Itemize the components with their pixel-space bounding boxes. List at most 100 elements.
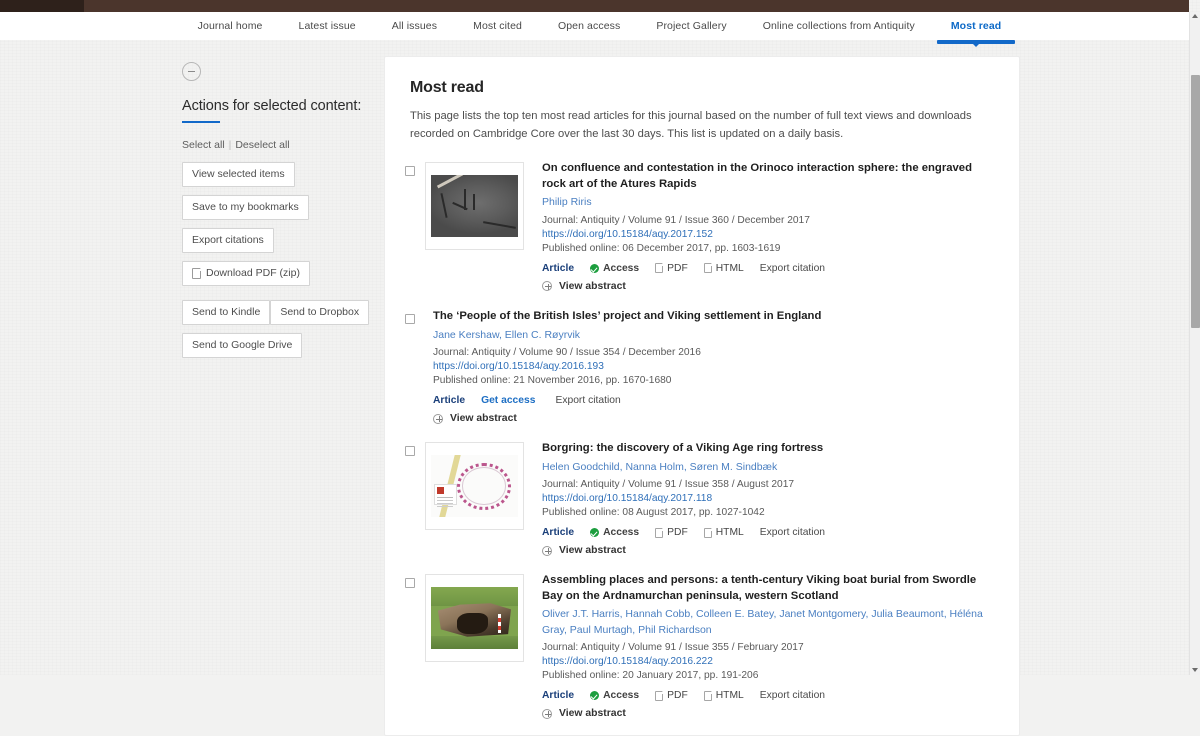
open-access-check-icon xyxy=(590,528,600,538)
nav-item-open-access[interactable]: Open access xyxy=(540,12,638,40)
nav-item-latest-issue[interactable]: Latest issue xyxy=(281,12,374,40)
download-pdf-zip-button[interactable]: Download PDF (zip) xyxy=(182,261,310,286)
article-authors[interactable]: Oliver J.T. Harris, Hannah Cobb, Colleen… xyxy=(542,607,995,638)
export-citation-link[interactable]: Export citation xyxy=(760,690,825,701)
view-abstract-label: View abstract xyxy=(559,280,626,292)
article-thumbnail[interactable] xyxy=(425,442,524,531)
pdf-link[interactable]: PDF xyxy=(655,527,688,538)
scrollbar-thumb[interactable] xyxy=(1191,75,1200,328)
article-published-info: Published online: 08 August 2017, pp. 10… xyxy=(542,507,765,519)
article-item: Borgring: the discovery of a Viking Age … xyxy=(399,440,995,572)
article-link[interactable]: Article xyxy=(542,527,574,538)
article-link[interactable]: Article xyxy=(542,690,574,701)
nav-item-project-gallery[interactable]: Project Gallery xyxy=(638,12,744,40)
article-doi-link[interactable]: https://doi.org/10.15184/aqy.2017.152 xyxy=(542,229,995,240)
article-meta: Borgring: the discovery of a Viking Age … xyxy=(542,440,995,556)
select-all-link[interactable]: Select all xyxy=(182,139,225,151)
article-select-checkbox[interactable] xyxy=(405,313,415,324)
export-citation-link[interactable]: Export citation xyxy=(760,527,825,538)
article-doi-link[interactable]: https://doi.org/10.15184/aqy.2016.193 xyxy=(433,361,995,372)
page-scrollbar[interactable] xyxy=(1189,12,1200,675)
access-status-label: Access xyxy=(603,527,640,539)
view-abstract-label: View abstract xyxy=(450,413,517,425)
banner-logo-block xyxy=(0,0,84,12)
nav-item-most-read[interactable]: Most read xyxy=(933,12,1020,47)
article-authors[interactable]: Philip Riris xyxy=(542,195,995,211)
article-actions: Article Get access Export citation xyxy=(433,395,995,406)
export-citation-link[interactable]: Export citation xyxy=(760,263,825,274)
scroll-down-arrow-icon[interactable] xyxy=(1192,668,1198,672)
html-link[interactable]: HTML xyxy=(703,690,744,701)
nav-item-all-issues[interactable]: All issues xyxy=(374,12,455,40)
pdf-link[interactable]: PDF xyxy=(655,263,688,274)
article-select-checkbox[interactable] xyxy=(405,166,415,177)
nav-item-label: Journal home xyxy=(197,20,263,32)
plus-circle-icon xyxy=(542,708,552,719)
export-citations-button[interactable]: Export citations xyxy=(182,228,274,253)
deselect-all-link[interactable]: Deselect all xyxy=(235,139,289,151)
sidebar-button-label: Export citations xyxy=(192,234,264,246)
article-select-checkbox[interactable] xyxy=(405,578,415,589)
article-authors[interactable]: Helen Goodchild, Nanna Holm, Søren M. Si… xyxy=(542,460,995,476)
circle-minus-icon[interactable] xyxy=(182,62,201,81)
view-abstract-toggle[interactable]: View abstract xyxy=(542,281,995,292)
pdf-link-label: PDF xyxy=(667,262,688,274)
view-selected-items-button[interactable]: View selected items xyxy=(182,162,295,187)
nav-item-online-collections-from-antiquity[interactable]: Online collections from Antiquity xyxy=(745,12,933,40)
article-thumbnail[interactable] xyxy=(425,574,524,663)
article-meta: Assembling places and persons: a tenth-c… xyxy=(542,572,995,719)
export-citation-link[interactable]: Export citation xyxy=(555,395,620,406)
send-to-kindle-button[interactable]: Send to Kindle xyxy=(182,300,271,325)
article-link[interactable]: Article xyxy=(433,395,465,406)
thumbnail-image-rock xyxy=(431,175,518,238)
nav-item-label: Online collections from Antiquity xyxy=(762,20,915,32)
thumbnail-image-dig xyxy=(431,587,518,650)
plus-circle-icon xyxy=(542,545,552,556)
access-status-label: Access xyxy=(603,690,640,702)
plus-circle-icon xyxy=(542,281,552,292)
send-to-dropbox-button[interactable]: Send to Dropbox xyxy=(270,300,370,325)
article-meta: On confluence and contestation in the Or… xyxy=(542,160,995,292)
article-journal-info: Journal: Antiquity / Volume 90 / Issue 3… xyxy=(433,347,701,359)
article-actions: Article Access PDF HTML Export citation xyxy=(542,263,995,274)
article-actions: Article Access PDF HTML Export citation xyxy=(542,527,995,538)
get-access-link[interactable]: Get access xyxy=(481,395,535,406)
article-link-label: Article xyxy=(542,690,575,702)
article-select-checkbox[interactable] xyxy=(405,446,415,457)
actions-sidebar: Actions for selected content: Select all… xyxy=(182,62,372,366)
html-link[interactable]: HTML xyxy=(703,263,744,274)
sidebar-button-label: Send to Kindle xyxy=(192,306,261,318)
send-to-google-drive-button[interactable]: Send to Google Drive xyxy=(182,333,303,358)
article-journal-info: Journal: Antiquity / Volume 91 / Issue 3… xyxy=(542,479,795,491)
article-published-info: Published online: 21 November 2016, pp. … xyxy=(433,375,672,387)
article-title[interactable]: The ‘People of the British Isles’ projec… xyxy=(433,309,995,325)
journal-nav-items: Journal home Latest issue All issues Most c… xyxy=(180,12,1020,47)
article-title[interactable]: Borgring: the discovery of a Viking Age … xyxy=(542,441,995,457)
html-document-icon xyxy=(703,690,712,701)
article-published-info: Published online: 20 January 2017, pp. 1… xyxy=(542,670,759,682)
article-authors[interactable]: Jane Kershaw, Ellen C. Røyrvik xyxy=(433,328,995,344)
view-abstract-toggle[interactable]: View abstract xyxy=(542,708,995,719)
article-link[interactable]: Article xyxy=(542,263,574,274)
pdf-link[interactable]: PDF xyxy=(655,690,688,701)
article-title[interactable]: On confluence and contestation in the Or… xyxy=(542,161,995,192)
sidebar-button-label: View selected items xyxy=(192,168,285,180)
nav-item-most-cited[interactable]: Most cited xyxy=(455,12,540,40)
article-doi-link[interactable]: https://doi.org/10.15184/aqy.2017.118 xyxy=(542,493,995,504)
scroll-up-arrow-icon[interactable] xyxy=(1192,14,1198,18)
nav-item-journal-home[interactable]: Journal home xyxy=(180,12,281,40)
most-read-card: Most read This page lists the top ten mo… xyxy=(384,56,1020,736)
article-thumbnail[interactable] xyxy=(425,162,524,251)
view-abstract-toggle[interactable]: View abstract xyxy=(542,545,995,556)
sidebar-button-label: Save to my bookmarks xyxy=(192,201,299,213)
html-link[interactable]: HTML xyxy=(703,527,744,538)
access-status: Access xyxy=(590,527,639,538)
view-abstract-toggle[interactable]: View abstract xyxy=(433,413,995,424)
article-doi-link[interactable]: https://doi.org/10.15184/aqy.2016.222 xyxy=(542,656,995,667)
article-title[interactable]: Assembling places and persons: a tenth-c… xyxy=(542,573,995,604)
export-citation-link-label: Export citation xyxy=(759,262,826,274)
page-description: This page lists the top ten most read ar… xyxy=(410,110,972,141)
save-to-my-bookmarks-button[interactable]: Save to my bookmarks xyxy=(182,195,309,220)
sidebar-title: Actions for selected content: xyxy=(182,98,362,114)
article-link-label: Article xyxy=(433,395,466,407)
